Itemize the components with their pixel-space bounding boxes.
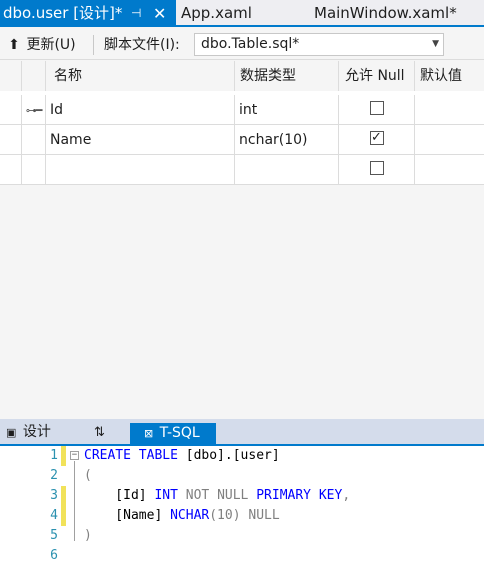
key-column-cell xyxy=(22,155,46,185)
sql-punctuation: , xyxy=(342,488,351,503)
line-number: 6 xyxy=(50,548,58,563)
column-name-cell[interactable]: Name xyxy=(46,125,235,155)
row-selector[interactable] xyxy=(0,95,22,125)
key-column-cell xyxy=(22,125,46,155)
chevron-down-icon[interactable]: ▼ xyxy=(432,34,439,55)
change-marker xyxy=(61,506,66,526)
sql-punctuation: (10) xyxy=(209,508,241,523)
script-file-combobox[interactable]: dbo.Table.sql* ▼ xyxy=(194,33,444,56)
design-tab-label: 设计 xyxy=(22,424,51,440)
code-line: [Id] INT NOT NULL PRIMARY KEY, xyxy=(84,486,350,506)
toolbar-separator xyxy=(93,35,94,55)
table-row-new[interactable] xyxy=(0,155,484,185)
sql-operator: NULL xyxy=(240,508,280,523)
header-name[interactable]: 名称 xyxy=(46,61,235,91)
tab-label: dbo.user [设计]* xyxy=(3,4,123,22)
tab-tsql-pane[interactable]: ⊠ T-SQL xyxy=(130,423,216,444)
tab-design-pane[interactable]: ▣ 设计 xyxy=(6,421,51,444)
row-selector[interactable] xyxy=(0,155,22,185)
line-number: 5 xyxy=(50,528,58,543)
design-view-icon: ▣ xyxy=(6,426,17,439)
change-marker xyxy=(61,446,66,466)
swap-panes-button[interactable]: ⇅ xyxy=(94,421,105,444)
table-row[interactable]: ⊶━ Id int xyxy=(0,95,484,125)
line-number-gutter: 1 2 3 4 5 6 xyxy=(0,446,62,569)
default-value-cell[interactable] xyxy=(415,155,484,185)
data-type-cell[interactable] xyxy=(235,155,339,185)
header-key-column xyxy=(22,61,46,91)
code-line: [Name] NCHAR(10) NULL xyxy=(84,506,280,526)
allow-null-checkbox-checked[interactable]: ✓ xyxy=(369,131,384,145)
header-data-type[interactable]: 数据类型 xyxy=(235,61,339,91)
tsql-editor[interactable]: 1 2 3 4 5 6 − CREATE TABLE [dbo].[user] … xyxy=(0,446,484,569)
allow-null-cell[interactable] xyxy=(339,95,415,125)
document-tab-strip: dbo.user [设计]* ⊣ ✕ App.xaml MainWindow.x… xyxy=(0,0,484,27)
header-allow-null[interactable]: 允许 Null xyxy=(339,61,415,91)
script-file-label: 脚本文件(I): xyxy=(104,37,180,53)
row-selector[interactable] xyxy=(0,125,22,155)
line-number: 1 xyxy=(50,448,58,463)
sql-identifier: [dbo].[user] xyxy=(177,448,280,463)
header-corner xyxy=(0,61,22,91)
grid-header-row: 名称 数据类型 允许 Null 默认值 xyxy=(0,61,484,91)
pin-icon[interactable]: ⊣ xyxy=(131,0,141,27)
header-default[interactable]: 默认值 xyxy=(415,61,484,91)
sql-operator: NOT NULL xyxy=(177,488,257,503)
columns-grid: 名称 数据类型 允许 Null 默认值 ⊶━ Id int Name nchar… xyxy=(0,61,484,185)
line-number: 4 xyxy=(50,508,58,523)
allow-null-checkbox[interactable] xyxy=(369,101,384,115)
default-value-cell[interactable] xyxy=(415,95,484,125)
code-line: ) xyxy=(84,528,92,543)
collapse-icon[interactable]: − xyxy=(70,451,79,460)
update-label: 更新(U) xyxy=(26,37,76,53)
data-type-cell[interactable]: nchar(10) xyxy=(235,125,339,155)
column-name-cell[interactable] xyxy=(46,155,235,185)
column-name-cell[interactable]: Id xyxy=(46,95,235,125)
grid-empty-area xyxy=(0,185,484,419)
code-line: ( xyxy=(84,468,92,483)
sql-identifier: [Id] xyxy=(84,488,155,503)
table-row[interactable]: Name nchar(10) ✓ xyxy=(0,125,484,155)
sql-keyword: CREATE TABLE xyxy=(84,448,178,463)
pane-tab-strip: ▣ 设计 ⇅ ⊠ T-SQL xyxy=(0,419,484,446)
sql-keyword: PRIMARY KEY xyxy=(256,488,343,503)
change-marker xyxy=(61,486,66,506)
tab-app-xaml[interactable]: App.xaml xyxy=(181,0,252,27)
allow-null-cell[interactable]: ✓ xyxy=(339,125,415,155)
primary-key-icon: ⊶━ xyxy=(22,95,46,125)
script-file-value: dbo.Table.sql* xyxy=(201,36,300,52)
data-type-cell[interactable]: int xyxy=(235,95,339,125)
designer-toolbar: ⬆ 更新(U) 脚本文件(I): dbo.Table.sql* ▼ xyxy=(0,29,484,60)
line-number: 3 xyxy=(50,488,58,503)
update-button[interactable]: ⬆ 更新(U) xyxy=(6,34,76,56)
allow-null-checkbox[interactable] xyxy=(369,161,384,175)
tab-mainwindow-xaml[interactable]: MainWindow.xaml* xyxy=(314,0,457,27)
close-icon[interactable]: ✕ xyxy=(153,0,166,27)
tsql-tab-label: T-SQL xyxy=(159,425,200,441)
allow-null-cell[interactable] xyxy=(339,155,415,185)
sql-type: INT xyxy=(154,488,178,503)
upload-arrow-icon: ⬆ xyxy=(8,37,20,53)
sql-identifier: [Name] xyxy=(84,508,171,523)
default-value-cell[interactable] xyxy=(415,125,484,155)
fold-guide xyxy=(74,461,75,541)
sql-type: NCHAR xyxy=(170,508,210,523)
sql-script-icon: ⊠ xyxy=(144,427,154,440)
tab-dbo-user-design[interactable]: dbo.user [设计]* ⊣ ✕ xyxy=(0,0,176,27)
line-number: 2 xyxy=(50,468,58,483)
code-line: CREATE TABLE [dbo].[user] xyxy=(84,446,280,466)
